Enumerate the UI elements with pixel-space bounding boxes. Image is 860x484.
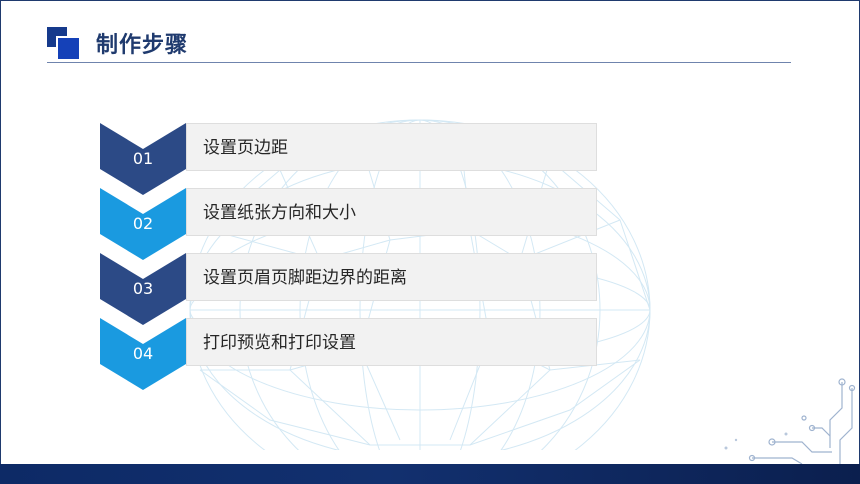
- slide-border-left: [0, 0, 1, 484]
- step-bar-1: 设置页边距: [186, 123, 597, 171]
- step-number-3: 03: [132, 279, 154, 298]
- header-logo-icon: [47, 27, 79, 59]
- step-text-1: 设置页边距: [203, 138, 288, 158]
- step-bar-2: 设置纸张方向和大小: [186, 188, 597, 236]
- step-text-2: 设置纸张方向和大小: [203, 203, 356, 223]
- circuit-decoration-icon: [724, 378, 856, 465]
- slide: 制作步骤 设置页边距 01 设置纸张方向和大小 02 设置页眉页脚距边界的距离 …: [0, 0, 860, 484]
- header-divider: [47, 62, 791, 63]
- page-title: 制作步骤: [96, 33, 189, 58]
- step-number-1: 01: [132, 149, 154, 168]
- footer-band: [0, 464, 860, 484]
- step-number-2: 02: [132, 214, 154, 233]
- step-bar-3: 设置页眉页脚距边界的距离: [186, 253, 597, 301]
- step-text-4: 打印预览和打印设置: [203, 333, 356, 353]
- step-text-3: 设置页眉页脚距边界的距离: [203, 268, 407, 288]
- step-bar-4: 打印预览和打印设置: [186, 318, 597, 366]
- step-number-4: 04: [132, 344, 154, 363]
- slide-border-top: [0, 0, 860, 1]
